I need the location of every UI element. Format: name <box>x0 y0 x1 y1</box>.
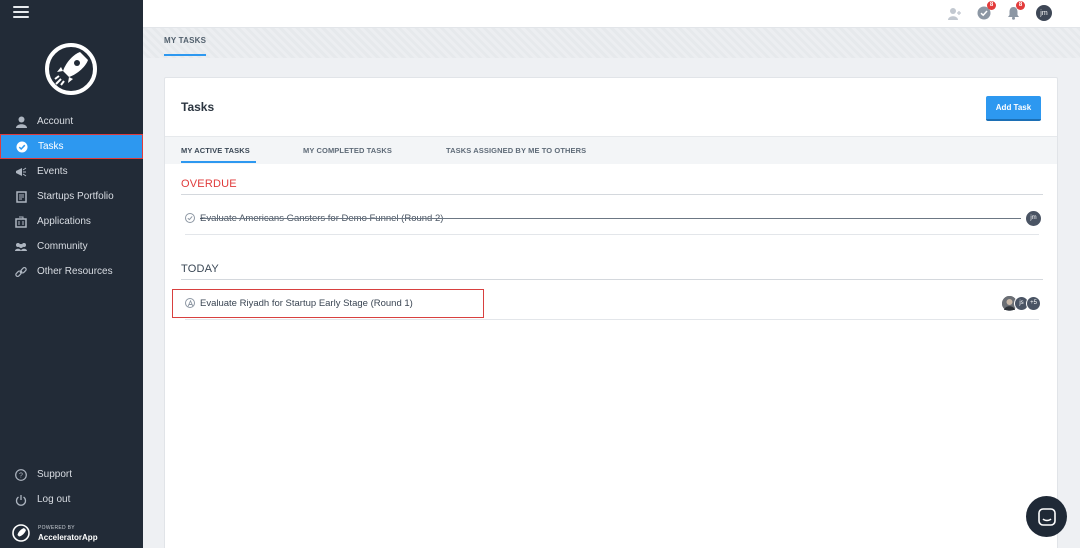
sidebar-item-label: Tasks <box>38 141 64 152</box>
sidebar-item-logout[interactable]: Log out <box>0 487 143 512</box>
section-divider <box>181 194 1043 195</box>
top-icons: 8 8 jm <box>935 1 1052 22</box>
tab-my-active-tasks[interactable]: MY ACTIVE TASKS <box>181 146 250 155</box>
people-icon <box>15 241 27 253</box>
strike-through-line <box>203 218 1021 219</box>
section-title-today: TODAY <box>181 263 219 275</box>
bell-icon[interactable]: 8 <box>1004 1 1025 22</box>
svg-text:?: ? <box>19 472 23 479</box>
tasks-card: Tasks Add Task MY ACTIVE TASKS MY COMPLE… <box>164 77 1058 548</box>
highlight-box <box>172 289 484 318</box>
tab-my-tasks[interactable]: MY TASKS <box>164 36 206 45</box>
sidebar-item-label: Other Resources <box>37 266 113 277</box>
top-bar: 8 8 jm <box>143 0 1080 28</box>
completed-check-icon[interactable] <box>185 213 195 223</box>
link-icon <box>15 266 27 278</box>
sidebar-bottom-nav: ? Support Log out <box>0 462 143 512</box>
tab-tasks-assigned-to-others[interactable]: TASKS ASSIGNED BY ME TO OTHERS <box>446 146 586 155</box>
accelerator-logo-icon <box>12 524 30 542</box>
tab-underline <box>164 54 206 56</box>
assignee-avatar[interactable]: jm <box>1026 210 1041 226</box>
sidebar-item-other-resources[interactable]: Other Resources <box>0 259 143 284</box>
sidebar-item-applications[interactable]: Applications <box>0 209 143 234</box>
sidebar-item-account[interactable]: Account <box>0 109 143 134</box>
building-icon <box>15 216 27 228</box>
row-divider <box>185 234 1039 235</box>
question-icon: ? <box>15 468 27 481</box>
rocket-logo-icon <box>45 43 97 95</box>
megaphone-icon <box>15 166 27 178</box>
row-divider <box>185 319 1039 320</box>
brand-name: AcceleratorApp <box>38 533 98 542</box>
sidebar-item-label: Startups Portfolio <box>37 191 114 202</box>
sidebar-item-tasks[interactable]: Tasks <box>0 134 143 159</box>
tasks-badge: 8 <box>987 1 996 10</box>
sidebar-item-events[interactable]: Events <box>0 159 143 184</box>
sidebar-item-label: Account <box>37 116 74 127</box>
sidebar-item-support[interactable]: ? Support <box>0 462 143 487</box>
notifications-badge: 8 <box>1016 1 1025 10</box>
user-icon <box>15 116 27 128</box>
chat-button[interactable] <box>1026 496 1067 537</box>
more-assignees-badge[interactable]: +5 <box>1026 295 1041 311</box>
page-title: Tasks <box>181 100 215 114</box>
sub-header: MY TASKS <box>143 28 1080 58</box>
book-icon <box>15 190 27 203</box>
menu-icon[interactable] <box>13 6 29 19</box>
sidebar-item-label: Events <box>37 166 68 177</box>
task-tabs: MY ACTIVE TASKS MY COMPLETED TASKS TASKS… <box>165 136 1057 164</box>
tab-my-completed-tasks[interactable]: MY COMPLETED TASKS <box>303 146 392 155</box>
section-divider <box>181 279 1043 280</box>
add-task-button[interactable]: Add Task <box>986 96 1041 121</box>
active-tab-underline <box>181 161 256 163</box>
section-title-overdue: OVERDUE <box>181 178 237 190</box>
add-contact-icon[interactable] <box>946 4 964 22</box>
sidebar: Account Tasks Events Startups Portfolio … <box>0 0 143 548</box>
chat-icon <box>1037 507 1056 526</box>
sidebar-nav: Account Tasks Events Startups Portfolio … <box>0 109 143 284</box>
sidebar-item-startups-portfolio[interactable]: Startups Portfolio <box>0 184 143 209</box>
sidebar-item-label: Log out <box>37 494 71 505</box>
powered-by-text: POWERED BY <box>38 525 75 531</box>
tasks-check-icon[interactable]: 8 <box>975 1 996 22</box>
powered-by: POWERED BY AcceleratorApp <box>12 524 98 542</box>
sidebar-item-label: Applications <box>37 216 91 227</box>
power-icon <box>15 494 27 506</box>
user-avatar[interactable]: jm <box>1036 5 1052 21</box>
check-circle-icon <box>16 141 28 153</box>
sidebar-item-label: Community <box>37 241 88 252</box>
sidebar-item-community[interactable]: Community <box>0 234 143 259</box>
sidebar-item-label: Support <box>37 469 73 480</box>
